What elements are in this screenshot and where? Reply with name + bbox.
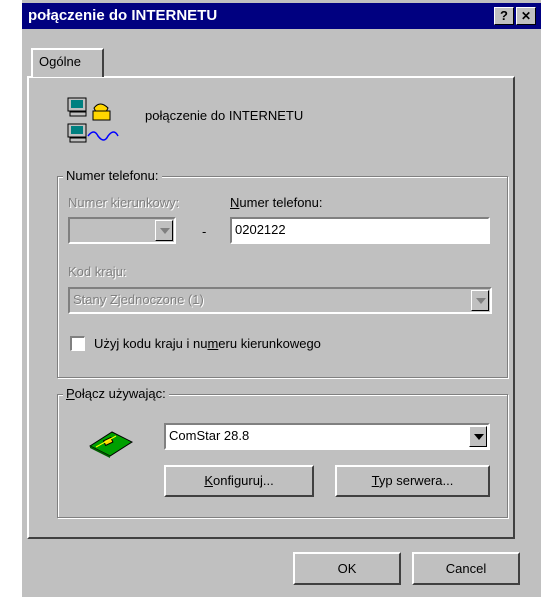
- use-codes-label: Użyj kodu kraju i numeru kierunkowego: [94, 336, 321, 351]
- connect-group-legend: Połącz używając:: [63, 386, 169, 401]
- phone-number-value: 0202122: [235, 222, 286, 237]
- configure-button[interactable]: Konfiguruj...: [164, 465, 314, 497]
- title-bar[interactable]: połączenie do INTERNETU ? ✕: [22, 3, 541, 29]
- use-codes-checkbox[interactable]: [70, 336, 85, 351]
- country-code-combo: Stany Zjednoczone (1): [68, 287, 492, 314]
- chevron-down-icon[interactable]: [469, 426, 487, 447]
- connection-name: połączenie do INTERNETU: [145, 108, 304, 123]
- modem-value: ComStar 28.8: [169, 428, 250, 443]
- help-button[interactable]: ?: [494, 7, 514, 25]
- modem-select[interactable]: ComStar 28.8: [164, 423, 490, 450]
- country-code-label: Kod kraju:: [68, 264, 127, 279]
- close-button[interactable]: ✕: [516, 7, 536, 25]
- phone-label: Numer telefonu:: [230, 195, 323, 210]
- modem-icon: [88, 431, 134, 458]
- area-code-combo: [68, 217, 176, 244]
- cancel-button[interactable]: Cancel: [412, 552, 520, 585]
- chevron-down-icon: [155, 220, 173, 241]
- dialup-connection-icon: [67, 97, 119, 143]
- chevron-down-icon: [471, 290, 489, 311]
- phone-number-input[interactable]: 0202122: [230, 217, 490, 244]
- phone-group-legend: Numer telefonu:: [63, 168, 162, 183]
- window-title: połączenie do INTERNETU: [28, 7, 218, 24]
- tab-ogolne[interactable]: Ogólne: [31, 48, 104, 77]
- area-code-label: Numer kierunkowy:: [68, 195, 180, 210]
- ok-button[interactable]: OK: [293, 552, 401, 585]
- country-code-value: Stany Zjednoczone (1): [73, 292, 204, 307]
- tab-label: Ogólne: [39, 54, 81, 69]
- area-code-dash: -: [202, 224, 207, 239]
- server-type-button[interactable]: Typ serwera...: [335, 465, 490, 497]
